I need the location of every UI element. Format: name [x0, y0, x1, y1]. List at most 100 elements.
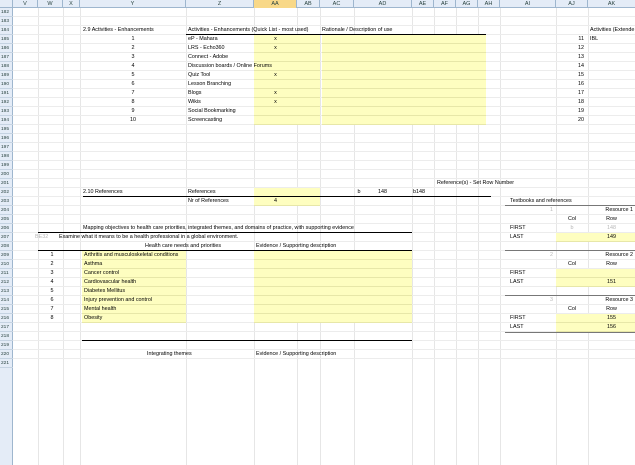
row-header[interactable]: 185: [0, 35, 13, 44]
row-header[interactable]: 193: [0, 107, 13, 116]
enh-item-number: 3: [131, 54, 135, 60]
row-header[interactable]: 212: [0, 278, 13, 287]
row-header[interactable]: 194: [0, 116, 13, 125]
row-header[interactable]: 210: [0, 260, 13, 269]
row-header[interactable]: 219: [0, 341, 13, 350]
col-header-ag[interactable]: AG: [456, 0, 478, 8]
enh-item-name: LRS - Echo360: [188, 45, 225, 51]
col-header-ac[interactable]: AC: [320, 0, 354, 8]
row-header[interactable]: 217: [0, 323, 13, 332]
cell-grid[interactable]: 2.9 Activities - Enhancements Activities…: [13, 8, 635, 465]
rationale-cell[interactable]: [322, 98, 486, 107]
evidence-cell[interactable]: [254, 287, 412, 296]
evidence-cell[interactable]: [254, 251, 412, 260]
col-header-y[interactable]: Y: [80, 0, 186, 8]
row-header[interactable]: 186: [0, 44, 13, 53]
row-header[interactable]: 216: [0, 314, 13, 323]
resource-first-cell[interactable]: [556, 269, 635, 278]
enh-item-mark: [254, 53, 297, 62]
evidence-cell[interactable]: [254, 305, 412, 314]
row-header[interactable]: 207: [0, 233, 13, 242]
row-header[interactable]: 188: [0, 62, 13, 71]
row-header[interactable]: 213: [0, 287, 13, 296]
col-header-af[interactable]: AF: [434, 0, 456, 8]
col-header-aa[interactable]: AA: [254, 0, 297, 8]
row-header[interactable]: 191: [0, 89, 13, 98]
row-header[interactable]: 218: [0, 332, 13, 341]
row-header[interactable]: 204: [0, 206, 13, 215]
row-header[interactable]: 221: [0, 359, 13, 368]
col-header-ae[interactable]: AE: [412, 0, 434, 8]
health-need-number: 6: [50, 297, 54, 303]
rationale-cell[interactable]: [322, 116, 486, 125]
rationale-cell[interactable]: [322, 89, 486, 98]
resource-last-row: 149: [607, 234, 616, 240]
row-header[interactable]: 208: [0, 242, 13, 251]
rationale-cell[interactable]: [322, 44, 486, 53]
row-header[interactable]: 220: [0, 350, 13, 359]
row-header[interactable]: 211: [0, 269, 13, 278]
row-header[interactable]: 182: [0, 8, 13, 17]
select-all-corner[interactable]: [0, 0, 13, 8]
row-header[interactable]: 183: [0, 17, 13, 26]
last-label: LAST: [510, 324, 524, 330]
row-header[interactable]: 202: [0, 188, 13, 197]
enh-item-mark: x: [274, 99, 277, 105]
rationale-cell[interactable]: [322, 80, 486, 89]
rationale-cell[interactable]: [322, 62, 486, 71]
resource-last-row: 151: [607, 279, 616, 285]
col-header-v[interactable]: V: [13, 0, 38, 8]
evidence-cell[interactable]: [254, 260, 412, 269]
resource-first-col[interactable]: b: [556, 224, 588, 233]
resource-first-row[interactable]: 148: [588, 224, 635, 233]
row-header[interactable]: 206: [0, 224, 13, 233]
col-header-ak[interactable]: AK: [588, 0, 635, 8]
row-header[interactable]: 192: [0, 98, 13, 107]
first-label: FIRST: [510, 270, 526, 276]
col-header-ah[interactable]: AH: [478, 0, 500, 8]
evidence-cell[interactable]: [254, 269, 412, 278]
health-need-name: Injury prevention and control: [84, 297, 153, 303]
row-header[interactable]: 214: [0, 296, 13, 305]
row-header[interactable]: 184: [0, 26, 13, 35]
col-header-aj[interactable]: AJ: [556, 0, 588, 8]
resource-index: 1: [550, 207, 553, 213]
row-header[interactable]: 190: [0, 80, 13, 89]
col-header-w[interactable]: W: [38, 0, 63, 8]
evidence-cell[interactable]: [254, 314, 412, 323]
row-header[interactable]: 195: [0, 125, 13, 134]
col-header-ab[interactable]: AB: [297, 0, 320, 8]
rationale-cell[interactable]: [322, 71, 486, 80]
last-label: LAST: [510, 234, 524, 240]
row-header[interactable]: 201: [0, 179, 13, 188]
row-header[interactable]: 199: [0, 161, 13, 170]
row-header[interactable]: 189: [0, 71, 13, 80]
row-header[interactable]: 200: [0, 170, 13, 179]
extended-activity-cell[interactable]: IBL: [590, 35, 598, 44]
row-header[interactable]: 205: [0, 215, 13, 224]
nr-of-references-value: 4: [274, 198, 277, 204]
row-header[interactable]: 198: [0, 152, 13, 161]
row-header[interactable]: 197: [0, 143, 13, 152]
col-header-x[interactable]: X: [63, 0, 80, 8]
col-header-ad[interactable]: AD: [354, 0, 412, 8]
row-header[interactable]: 215: [0, 305, 13, 314]
enh-item-aj: 15: [578, 72, 584, 78]
row-header[interactable]: 203: [0, 197, 13, 206]
col-header-ai[interactable]: AI: [500, 0, 556, 8]
rationale-cell[interactable]: [322, 35, 486, 44]
enh-item-name: Lesson Branching: [188, 81, 232, 87]
row-header[interactable]: 209: [0, 251, 13, 260]
evidence-cell[interactable]: [254, 296, 412, 305]
col-header-z[interactable]: Z: [186, 0, 254, 8]
row-label: Row: [606, 216, 617, 222]
enh-item-number: 6: [131, 81, 135, 87]
rationale-cell[interactable]: [322, 107, 486, 116]
col-label: Col: [567, 216, 577, 222]
evidence-cell[interactable]: [254, 278, 412, 287]
resource-index: 3: [550, 297, 553, 303]
row-header[interactable]: 187: [0, 53, 13, 62]
rationale-cell[interactable]: [322, 53, 486, 62]
health-need-number: 1: [50, 252, 54, 258]
row-header[interactable]: 196: [0, 134, 13, 143]
